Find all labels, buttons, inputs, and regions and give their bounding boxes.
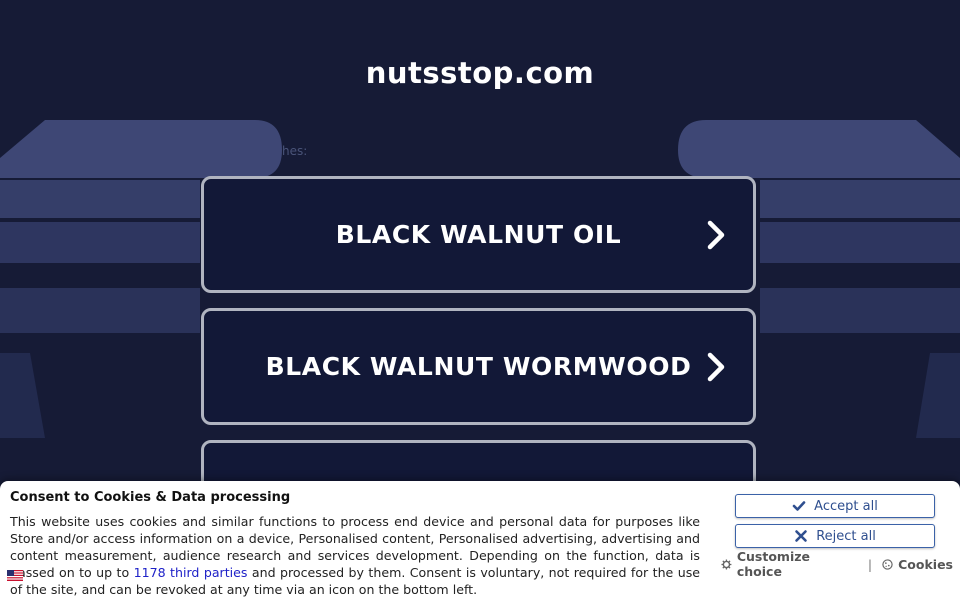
gear-icon	[721, 559, 732, 569]
flag-icon[interactable]	[7, 570, 23, 581]
cookies-link[interactable]: Cookies	[882, 557, 953, 572]
cookie-consent-banner: Consent to Cookies & Data processing Thi…	[0, 481, 960, 600]
customize-choice-label: Customize choice	[736, 549, 810, 579]
consent-secondary-links: Customize choice | Cookies	[721, 549, 953, 579]
search-button-label: BLACK WALNUT OIL	[335, 220, 622, 249]
reject-all-label: Reject all	[816, 528, 876, 544]
search-button-black-walnut-oil[interactable]: BLACK WALNUT OIL	[201, 176, 756, 293]
chevron-right-icon	[707, 352, 725, 381]
consent-text: This website uses cookies and similar fu…	[10, 513, 700, 598]
related-searches-label: hes:	[282, 144, 308, 158]
x-icon	[795, 530, 807, 542]
site-title: nutsstop.com	[365, 56, 595, 90]
search-button-black-walnut-wormwood[interactable]: BLACK WALNUT WORMWOOD	[201, 308, 756, 425]
third-parties-link[interactable]: 1178 third parties	[134, 565, 248, 580]
reject-all-button[interactable]: Reject all	[735, 524, 935, 548]
accept-all-button[interactable]: Accept all	[735, 494, 935, 518]
customize-choice-link[interactable]: Customize choice	[721, 549, 858, 579]
check-icon	[792, 501, 806, 511]
consent-title: Consent to Cookies & Data processing	[10, 490, 291, 505]
accept-all-label: Accept all	[814, 498, 878, 514]
chevron-right-icon	[707, 220, 725, 249]
cookies-label: Cookies	[898, 556, 953, 572]
cookie-icon	[882, 558, 893, 570]
link-separator: |	[867, 556, 873, 572]
search-button-label: BLACK WALNUT WORMWOOD	[265, 352, 692, 381]
